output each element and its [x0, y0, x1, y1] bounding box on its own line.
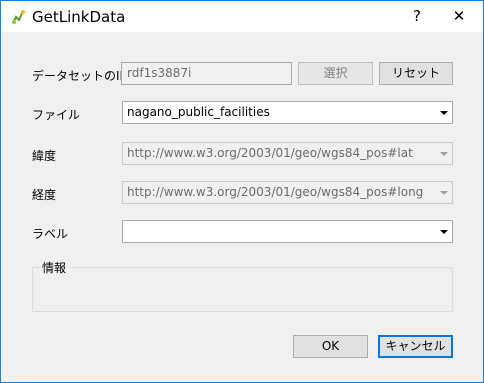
title-bar[interactable]: GetLinkData ? ✕	[1, 1, 483, 32]
help-button[interactable]: ?	[397, 1, 437, 32]
label-dropdown-button[interactable]	[435, 221, 452, 242]
close-button[interactable]: ✕	[439, 1, 479, 32]
latitude-dropdown-button[interactable]	[435, 143, 452, 164]
file-label: ファイル	[32, 108, 81, 122]
chevron-down-icon	[440, 230, 448, 234]
ok-button[interactable]: OK	[293, 335, 368, 358]
chevron-down-icon	[440, 111, 448, 115]
latitude-combobox[interactable]: http://www.w3.org/2003/01/geo/wgs84_pos#…	[122, 142, 453, 165]
select-button[interactable]: 選択	[298, 62, 373, 85]
chevron-down-icon	[440, 191, 448, 195]
longitude-dropdown-button[interactable]	[435, 182, 452, 203]
dataset-id-label: データセットのID	[32, 69, 129, 83]
file-combobox[interactable]: nagano_public_facilities	[122, 101, 453, 124]
file-dropdown-button[interactable]	[435, 102, 452, 123]
file-combobox-value: nagano_public_facilities	[127, 105, 270, 119]
info-group-title: 情報	[39, 259, 70, 276]
chevron-down-icon	[440, 152, 448, 156]
info-groupbox	[32, 267, 453, 312]
latitude-combobox-value: http://www.w3.org/2003/01/geo/wgs84_pos#…	[127, 146, 413, 160]
label-combobox[interactable]	[122, 220, 453, 243]
label-field-label: ラベル	[32, 227, 69, 241]
cancel-button[interactable]: キャンセル	[378, 335, 453, 358]
reset-button[interactable]: リセット	[379, 62, 453, 85]
longitude-combobox[interactable]: http://www.w3.org/2003/01/geo/wgs84_pos#…	[122, 181, 453, 204]
dialog-window: GetLinkData ? ✕ データセットのID rdf1s3887i 選択 …	[0, 0, 484, 383]
longitude-combobox-value: http://www.w3.org/2003/01/geo/wgs84_pos#…	[127, 185, 424, 199]
window-title: GetLinkData	[32, 8, 126, 26]
longitude-label: 経度	[32, 188, 57, 202]
app-icon	[12, 10, 25, 24]
latitude-label: 緯度	[32, 149, 57, 163]
dataset-id-field[interactable]: rdf1s3887i	[121, 62, 292, 85]
